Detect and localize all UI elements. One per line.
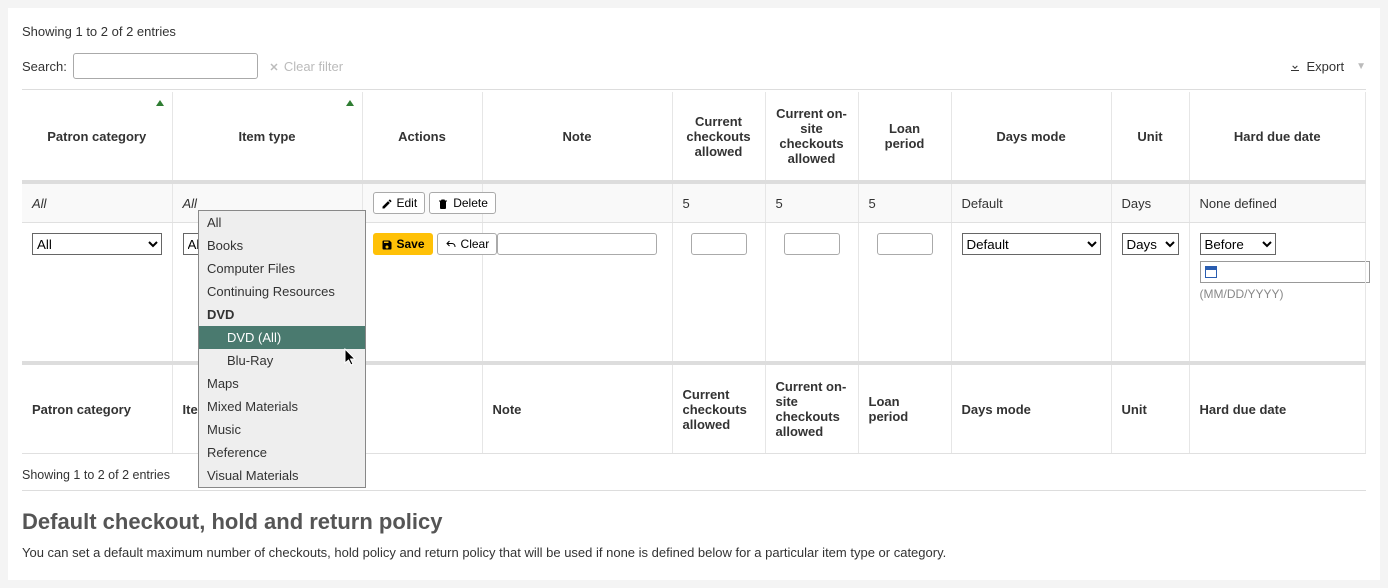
rules-panel: Showing 1 to 2 of 2 entries Search: Clea… — [8, 8, 1380, 580]
dropdown-option[interactable]: Maps — [199, 372, 365, 395]
dropdown-option[interactable]: DVD (All) — [199, 326, 365, 349]
edit-unit: Days — [1111, 223, 1189, 364]
dropdown-option[interactable]: Computer Files — [199, 257, 365, 280]
cell-note — [482, 182, 672, 223]
export-button[interactable]: Export ▼ — [1289, 59, 1366, 74]
dropdown-option[interactable]: Blu-Ray — [199, 349, 365, 372]
search-label: Search: — [22, 59, 67, 74]
col-patron-category[interactable]: Patron category — [22, 92, 172, 182]
entries-info-top: Showing 1 to 2 of 2 entries — [22, 24, 1366, 39]
current-checkouts-input[interactable] — [691, 233, 747, 255]
edit-current-onsite — [765, 223, 858, 364]
cell-current-checkouts: 5 — [672, 182, 765, 223]
dropdown-option[interactable]: Books — [199, 234, 365, 257]
foot-days-mode: Days mode — [951, 363, 1111, 454]
col-unit[interactable]: Unit — [1111, 92, 1189, 182]
foot-patron-category: Patron category — [22, 363, 172, 454]
foot-actions — [362, 363, 482, 454]
search-toolbar: Search: Clear filter Export ▼ — [22, 53, 1366, 90]
foot-current-checkouts: Current checkouts allowed — [672, 363, 765, 454]
col-current-onsite[interactable]: Current on-site checkouts allowed — [765, 92, 858, 182]
col-actions: Actions — [362, 92, 482, 182]
cell-unit: Days — [1111, 182, 1189, 223]
foot-unit: Unit — [1111, 363, 1189, 454]
cursor-icon — [344, 348, 358, 369]
foot-loan-period: Loan period — [858, 363, 951, 454]
dropdown-option[interactable]: Visual Materials — [199, 464, 365, 487]
cell-current-onsite: 5 — [765, 182, 858, 223]
col-loan-period[interactable]: Loan period — [858, 92, 951, 182]
x-icon — [268, 59, 280, 74]
hard-due-date-input[interactable] — [1200, 261, 1370, 283]
dropdown-option[interactable]: Music — [199, 418, 365, 441]
item-type-dropdown[interactable]: AllBooksComputer FilesContinuing Resourc… — [198, 210, 366, 488]
section-description: You can set a default maximum number of … — [22, 545, 1366, 560]
edit-button[interactable]: Edit — [373, 192, 426, 214]
edit-hard-due-date: Before (MM/DD/YYYY) — [1189, 223, 1366, 364]
foot-hard-due-date: Hard due date — [1189, 363, 1366, 454]
dropdown-option[interactable]: Continuing Resources — [199, 280, 365, 303]
clear-filter-label: Clear filter — [284, 59, 343, 74]
date-format-hint: (MM/DD/YYYY) — [1200, 287, 1356, 301]
edit-loan-period — [858, 223, 951, 364]
calendar-icon — [1205, 266, 1217, 278]
note-input[interactable] — [497, 233, 657, 255]
undo-icon — [445, 237, 457, 251]
search-input[interactable] — [73, 53, 258, 79]
cell-hard-due-date: None defined — [1189, 182, 1366, 223]
unit-select[interactable]: Days — [1122, 233, 1179, 255]
edit-days-mode: Default — [951, 223, 1111, 364]
edit-patron-category: All — [22, 223, 172, 364]
section-heading: Default checkout, hold and return policy — [22, 509, 1366, 535]
edit-note — [482, 223, 672, 364]
table-header-row: Patron category Item type Actions Note C… — [22, 92, 1366, 182]
cell-loan-period: 5 — [858, 182, 951, 223]
save-button[interactable]: Save — [373, 233, 433, 255]
hard-due-mode-select[interactable]: Before — [1200, 233, 1276, 255]
foot-note: Note — [482, 363, 672, 454]
cell-days-mode: Default — [951, 182, 1111, 223]
dropdown-option[interactable]: DVD — [199, 303, 365, 326]
caret-down-icon: ▼ — [1356, 61, 1366, 72]
export-label: Export — [1307, 59, 1345, 74]
clear-button[interactable]: Clear — [437, 233, 498, 255]
sort-asc-icon — [346, 100, 354, 106]
dropdown-option[interactable]: Mixed Materials — [199, 395, 365, 418]
col-note[interactable]: Note — [482, 92, 672, 182]
edit-actions: Save Clear — [362, 223, 482, 364]
days-mode-select[interactable]: Default — [962, 233, 1101, 255]
dropdown-option[interactable]: Reference — [199, 441, 365, 464]
trash-icon — [437, 196, 449, 210]
foot-current-onsite: Current on-site checkouts allowed — [765, 363, 858, 454]
col-days-mode[interactable]: Days mode — [951, 92, 1111, 182]
col-item-type[interactable]: Item type — [172, 92, 362, 182]
edit-current-checkouts — [672, 223, 765, 364]
col-hard-due-date[interactable]: Hard due date — [1189, 92, 1366, 182]
divider — [22, 490, 1366, 491]
delete-button[interactable]: Delete — [429, 192, 496, 214]
current-onsite-input[interactable] — [784, 233, 840, 255]
cell-patron-category: All — [22, 182, 172, 223]
clear-filter-button: Clear filter — [268, 59, 343, 74]
sort-asc-icon — [156, 100, 164, 106]
download-icon — [1289, 59, 1301, 74]
patron-category-select[interactable]: All — [32, 233, 162, 255]
loan-period-input[interactable] — [877, 233, 933, 255]
save-icon — [381, 237, 393, 251]
pencil-icon — [381, 196, 393, 210]
dropdown-option[interactable]: All — [199, 211, 365, 234]
col-current-checkouts[interactable]: Current checkouts allowed — [672, 92, 765, 182]
cell-actions: Edit Delete — [362, 182, 482, 223]
